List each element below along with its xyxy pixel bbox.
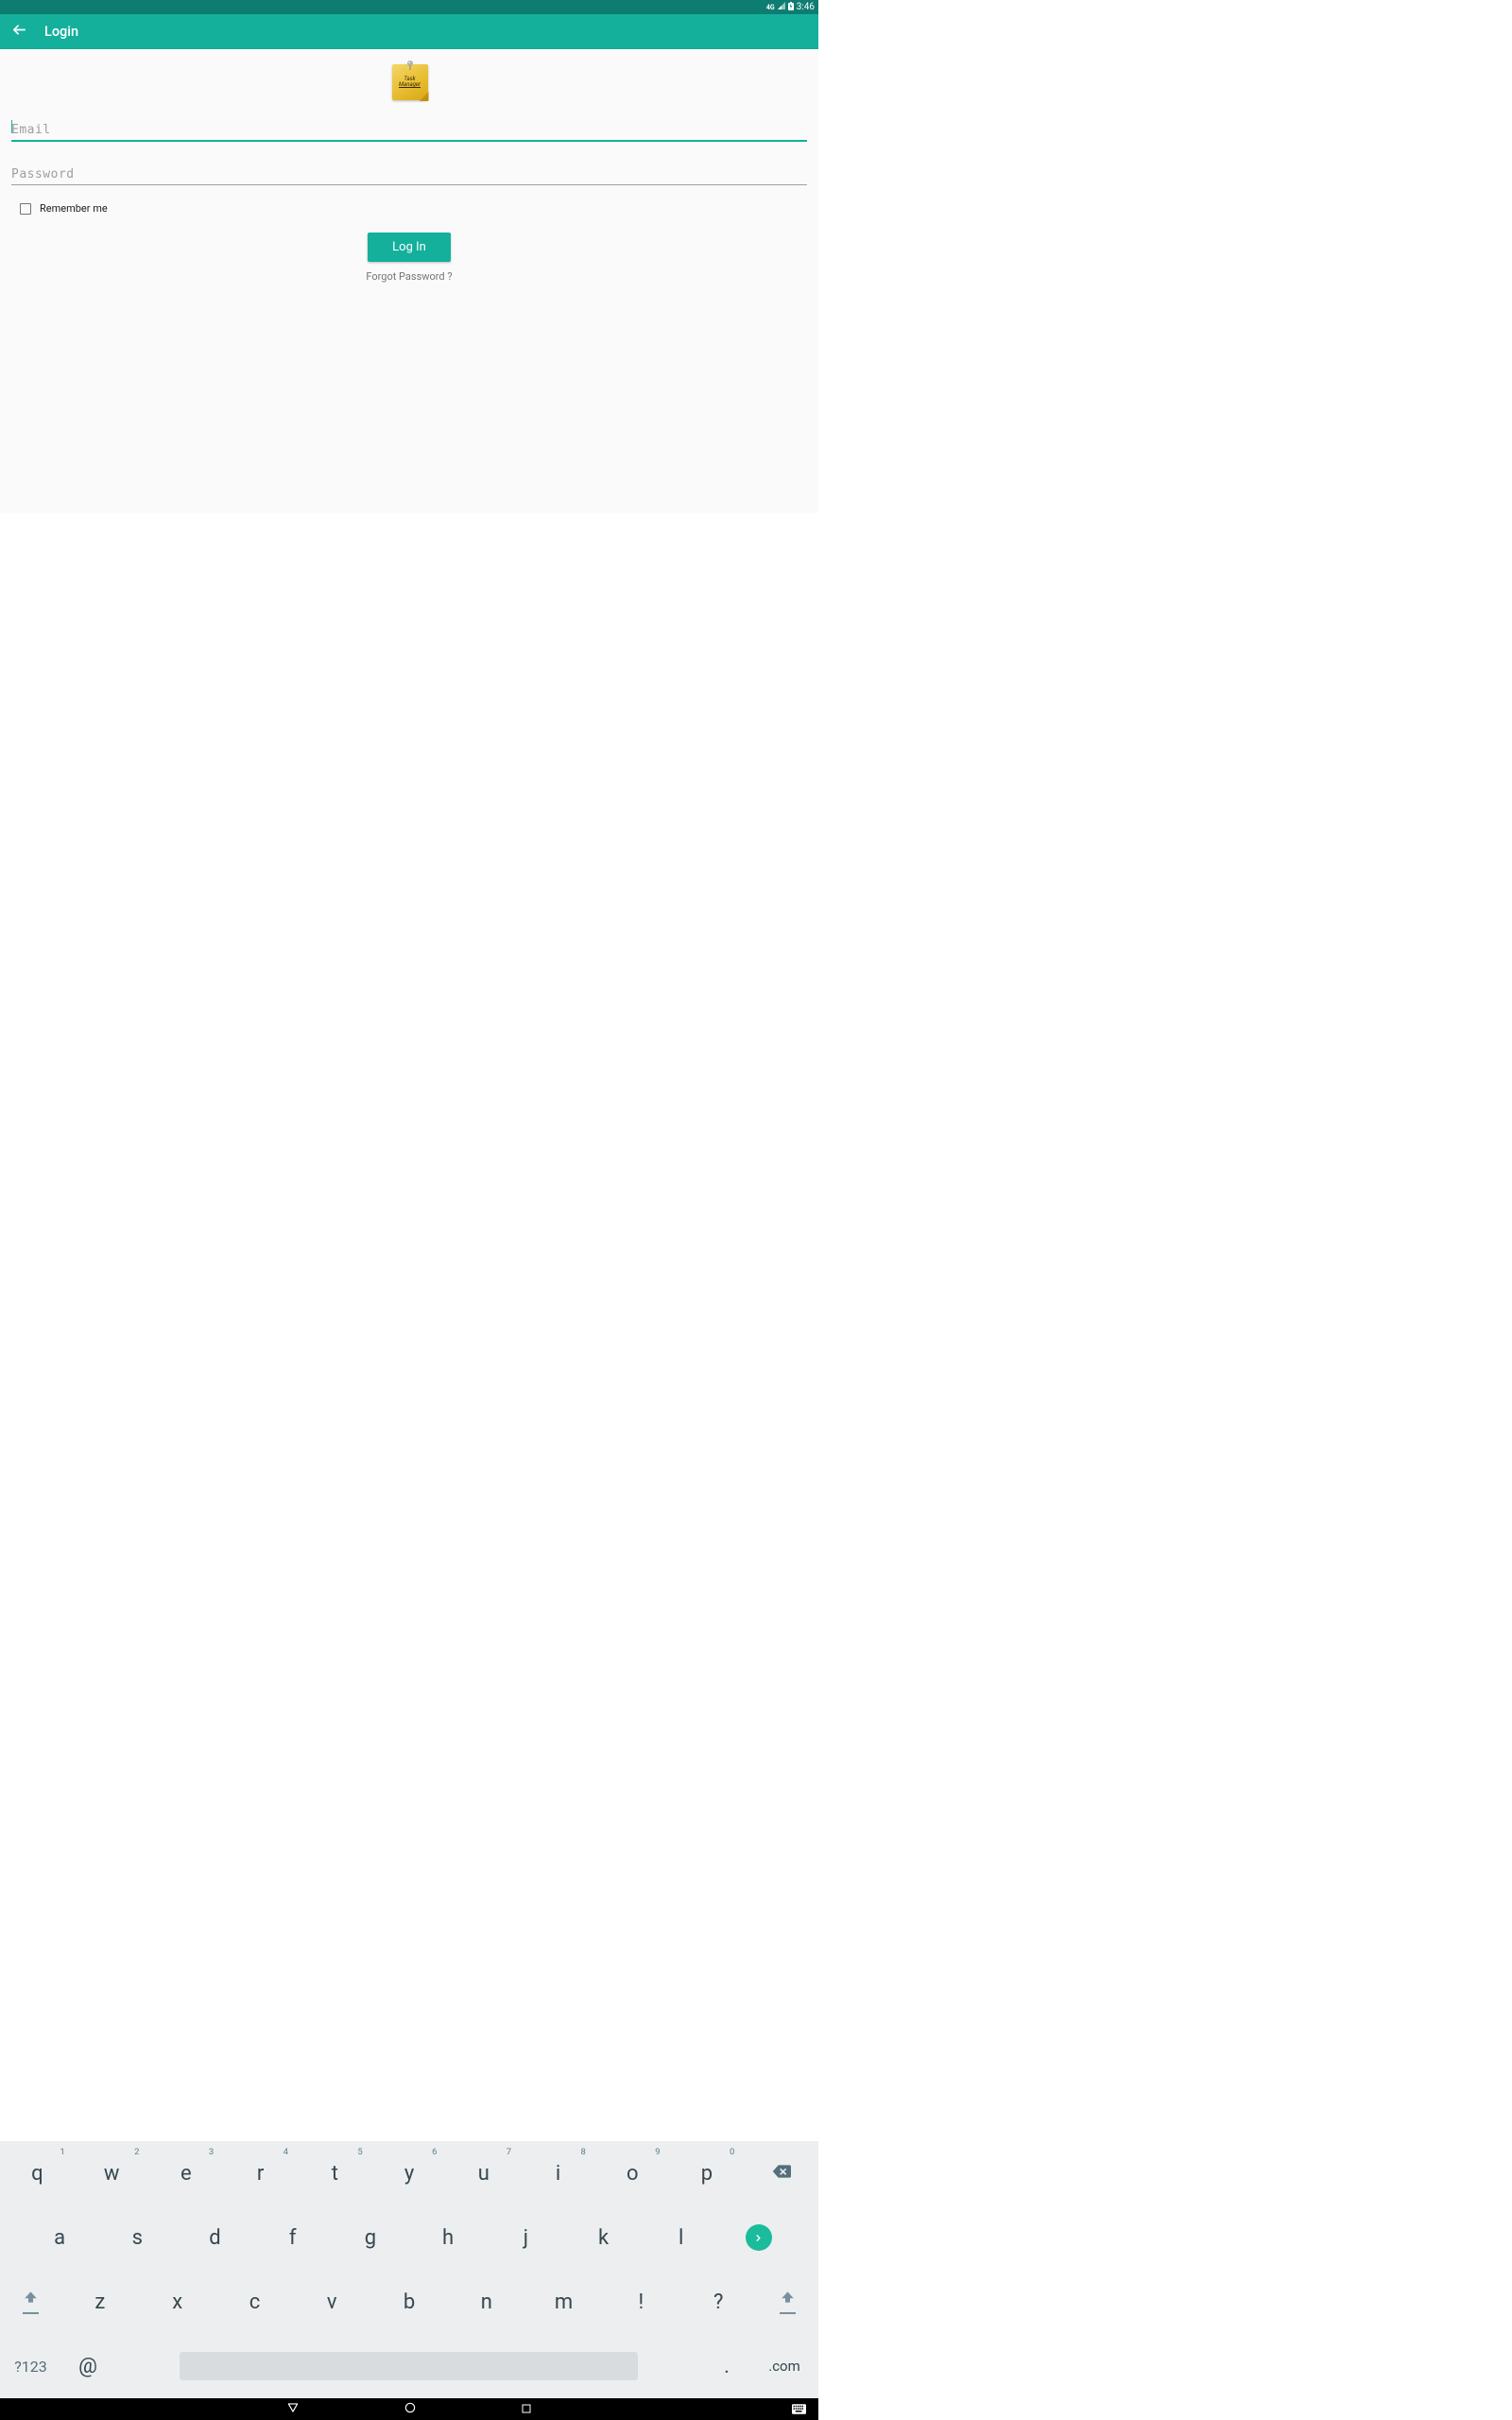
key-space[interactable] — [114, 2352, 703, 2380]
key-u[interactable]: u — [446, 2141, 521, 2205]
backspace-icon — [772, 2162, 791, 2185]
password-field-wrap — [11, 162, 807, 185]
remember-label: Remember me — [40, 202, 108, 215]
key-m[interactable]: m — [525, 2270, 603, 2334]
key-x[interactable]: x — [139, 2270, 216, 2334]
system-navbar — [0, 2398, 818, 2420]
signal-icon — [778, 2, 785, 12]
key-g[interactable]: g — [332, 2205, 409, 2270]
key-dotcom[interactable]: .com — [750, 2358, 818, 2375]
key-y[interactable]: y — [372, 2141, 447, 2205]
content: Task Manager Remember me Log In Forgot P… — [0, 49, 818, 513]
nav-home-icon[interactable] — [404, 2400, 417, 2418]
key-e[interactable]: e — [148, 2141, 223, 2205]
key-period[interactable]: . — [703, 2355, 750, 2378]
nav-keyboard-icon[interactable] — [792, 2400, 806, 2418]
shift-icon — [781, 2290, 795, 2304]
back-icon[interactable] — [11, 22, 27, 42]
key-shift-left[interactable] — [0, 2270, 61, 2334]
shift-icon — [24, 2290, 38, 2304]
remember-row[interactable]: Remember me — [11, 202, 807, 215]
email-field[interactable] — [11, 117, 807, 142]
nav-back-icon[interactable] — [286, 2400, 300, 2418]
key-a[interactable]: a — [21, 2205, 98, 2270]
page-title: Login — [44, 24, 78, 40]
key-n[interactable]: n — [448, 2270, 525, 2334]
login-button[interactable]: Log In — [368, 233, 451, 262]
key-exclaim[interactable]: ! — [602, 2270, 679, 2334]
status-bar: 4G 3:46 — [0, 0, 818, 14]
next-icon — [746, 2224, 772, 2251]
battery-icon — [788, 2, 794, 13]
key-j[interactable]: j — [487, 2205, 564, 2270]
key-k[interactable]: k — [564, 2205, 642, 2270]
keyboard: qwertyuiop asdfghjkl zxcvbnm!? ?123 @ . … — [0, 2141, 818, 2398]
key-w[interactable]: w — [75, 2141, 149, 2205]
key-t[interactable]: t — [298, 2141, 372, 2205]
key-f[interactable]: f — [254, 2205, 332, 2270]
key-p[interactable]: p — [670, 2141, 745, 2205]
forgot-password-link[interactable]: Forgot Password ? — [366, 270, 452, 283]
network-label: 4G — [766, 4, 775, 11]
key-l[interactable]: l — [643, 2205, 720, 2270]
logo: Task Manager — [0, 49, 818, 117]
key-d[interactable]: d — [176, 2205, 253, 2270]
pushpin-icon — [406, 57, 414, 75]
key-v[interactable]: v — [293, 2270, 370, 2334]
key-b[interactable]: b — [370, 2270, 448, 2334]
key-symbols[interactable]: ?123 — [0, 2358, 61, 2376]
key-h[interactable]: h — [409, 2205, 487, 2270]
key-at[interactable]: @ — [61, 2355, 114, 2378]
key-q[interactable]: q — [0, 2141, 75, 2205]
email-field-wrap — [11, 117, 807, 142]
key-question[interactable]: ? — [679, 2270, 757, 2334]
remember-checkbox[interactable] — [20, 203, 31, 215]
password-field[interactable] — [11, 162, 807, 185]
key-o[interactable]: o — [595, 2141, 670, 2205]
keyboard-row-4: ?123 @ . .com — [0, 2334, 818, 2398]
clock: 3:46 — [797, 2, 815, 12]
key-backspace[interactable] — [744, 2141, 818, 2205]
key-c[interactable]: c — [216, 2270, 294, 2334]
key-s[interactable]: s — [98, 2205, 176, 2270]
key-next[interactable] — [720, 2205, 798, 2270]
key-z[interactable]: z — [61, 2270, 139, 2334]
key-r[interactable]: r — [223, 2141, 298, 2205]
key-shift-right[interactable] — [757, 2270, 818, 2334]
key-i[interactable]: i — [521, 2141, 595, 2205]
nav-recent-icon[interactable] — [521, 2400, 532, 2418]
app-bar: Login — [0, 14, 818, 49]
